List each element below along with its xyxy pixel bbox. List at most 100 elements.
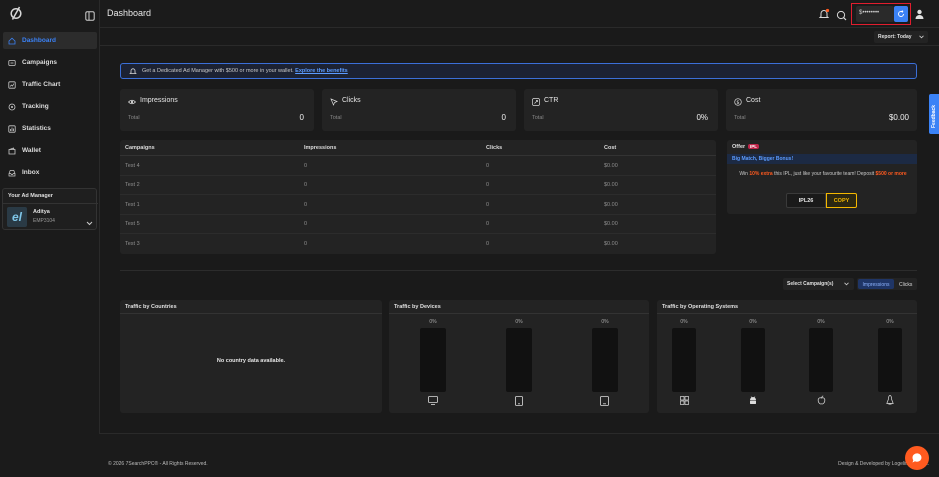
chat-icon	[912, 453, 922, 463]
cell-cost: $0.00	[604, 182, 618, 188]
os-percent: 0%	[886, 319, 894, 325]
manager-name: Aditya	[33, 209, 50, 215]
column-header[interactable]: Campaigns	[125, 145, 155, 151]
sidebar-item-traffic-chart[interactable]: Traffic Chart	[3, 76, 97, 93]
tablet-icon	[600, 396, 609, 406]
sidebar-item-label: Inbox	[22, 169, 40, 176]
table-row[interactable]: Test 5 0 0 $0.00	[120, 215, 716, 234]
logo-icon[interactable]	[9, 6, 23, 25]
os-percent: 0%	[680, 319, 688, 325]
offer-card: Offer IPL Big Match, Bigger Bonus! Win 1…	[727, 140, 917, 214]
traffic-by-countries-panel: Traffic by Countries No country data ava…	[120, 300, 382, 413]
cell-cost: $0.00	[604, 163, 618, 169]
feedback-tab[interactable]: Feedback	[929, 94, 939, 134]
chart-icon	[8, 80, 16, 89]
offer-text: Win	[739, 171, 750, 177]
sidebar-item-statistics[interactable]: Statistics	[3, 120, 97, 137]
offer-title: Big Match, Bigger Bonus!	[732, 156, 794, 162]
panel-title: Traffic by Devices	[394, 304, 441, 310]
column-header[interactable]: Cost	[604, 145, 616, 151]
traffic-by-devices-panel: Traffic by Devices 0% 0% 0%	[389, 300, 649, 413]
add-funds-button[interactable]	[894, 6, 908, 22]
sidebar-item-label: Wallet	[22, 147, 41, 154]
wallet-balance-value: $••••••••	[859, 10, 880, 16]
cell-impressions: 0	[304, 182, 308, 188]
cell-impressions: 0	[304, 241, 308, 247]
sidebar-item-label: Tracking	[22, 103, 49, 110]
cell-impressions: 0	[304, 221, 308, 227]
os-bar	[809, 328, 833, 392]
notification-bell-icon[interactable]	[818, 7, 830, 25]
report-filter-dropdown[interactable]: Report: Today	[874, 31, 928, 43]
metric-sub: Total	[532, 115, 544, 121]
wallet-balance[interactable]: $••••••••	[856, 6, 894, 22]
device-percent: 0%	[601, 319, 609, 325]
page-title: Dashboard	[107, 8, 152, 18]
explore-benefits-link[interactable]: Explore the benefits	[295, 68, 348, 74]
tab-clicks[interactable]: Clicks	[899, 282, 912, 288]
metric-sub: Total	[128, 115, 140, 121]
cell-cost: $0.00	[604, 221, 618, 227]
cell-impressions: 0	[304, 163, 308, 169]
bell-icon	[129, 68, 137, 74]
ctr-icon	[532, 98, 540, 106]
metric-card-cost: $ Cost Total $0.00	[726, 89, 917, 131]
windows-icon	[680, 396, 689, 405]
ad-manager-card: Your Ad Manager el Aditya EMP3104	[2, 188, 98, 231]
metric-card-ctr: CTR Total 0%	[524, 89, 718, 131]
chat-button[interactable]	[905, 446, 929, 470]
metric-value: $0.00	[888, 113, 909, 122]
copy-code-button[interactable]: COPY	[826, 193, 857, 208]
device-bar	[420, 328, 446, 392]
avatar: el	[7, 207, 27, 227]
os-percent: 0%	[749, 319, 757, 325]
column-header[interactable]: Clicks	[486, 145, 502, 151]
sidebar-item-tracking[interactable]: Tracking	[3, 98, 97, 115]
metric-toggle: Impressions Clicks	[857, 278, 917, 290]
chevron-down-icon	[919, 35, 924, 39]
table-row[interactable]: Test 2 0 0 $0.00	[120, 176, 716, 195]
column-header[interactable]: Impressions	[304, 145, 336, 151]
chevron-down-icon[interactable]	[86, 213, 93, 231]
table-row[interactable]: Test 1 0 0 $0.00	[120, 195, 716, 215]
search-icon[interactable]	[836, 8, 847, 26]
sidebar-item-dashboard[interactable]: Dashboard	[3, 32, 97, 49]
copyright-text: © 2026 7SearchPPC® - All Rights Reserved…	[108, 461, 208, 467]
metric-card-impressions: Impressions Total 0	[120, 89, 314, 131]
wallet-icon	[8, 146, 16, 154]
svg-text:$: $	[736, 100, 739, 106]
home-icon	[8, 37, 16, 44]
report-filter-label: Report: Today	[878, 34, 912, 40]
metric-value: 0%	[696, 113, 708, 122]
divider	[3, 203, 98, 204]
sidebar-item-campaigns[interactable]: Campaigns	[3, 54, 97, 71]
linux-icon	[886, 395, 894, 405]
offer-highlight: 10% extra	[749, 171, 773, 177]
table-row[interactable]: Test 3 0 0 $0.00	[120, 234, 716, 254]
divider	[120, 313, 382, 314]
divider	[657, 313, 917, 314]
tab-label: Impressions	[862, 281, 890, 288]
collapse-sidebar-icon[interactable]	[85, 8, 95, 26]
sidebar-item-wallet[interactable]: Wallet	[3, 142, 97, 159]
promo-code-value: IPL26	[798, 198, 814, 204]
os-percent: 0%	[817, 319, 825, 325]
os-bar	[741, 328, 765, 392]
promo-code: IPL26	[786, 193, 826, 208]
os-bar	[878, 328, 902, 392]
cell-clicks: 0	[486, 163, 490, 169]
metric-card-clicks: Clicks Total 0	[322, 89, 516, 131]
tab-impressions[interactable]: Impressions	[858, 279, 894, 289]
divider	[120, 270, 917, 271]
panel-title: Traffic by Countries	[125, 304, 177, 310]
panel-title: Traffic by Operating Systems	[662, 304, 739, 310]
device-percent: 0%	[515, 319, 523, 325]
traffic-by-os-panel: Traffic by Operating Systems 0% 0% 0% 0%	[657, 300, 917, 413]
campaign-icon	[8, 59, 16, 66]
sidebar-item-inbox[interactable]: Inbox	[3, 164, 97, 181]
table-row[interactable]: Test 4 0 0 $0.00	[120, 157, 716, 176]
campaign-select-dropdown[interactable]: Select Campaign(s)	[783, 278, 854, 290]
apple-icon	[817, 395, 826, 405]
user-profile-icon[interactable]	[915, 7, 924, 25]
manager-id: EMP3104	[33, 218, 55, 224]
